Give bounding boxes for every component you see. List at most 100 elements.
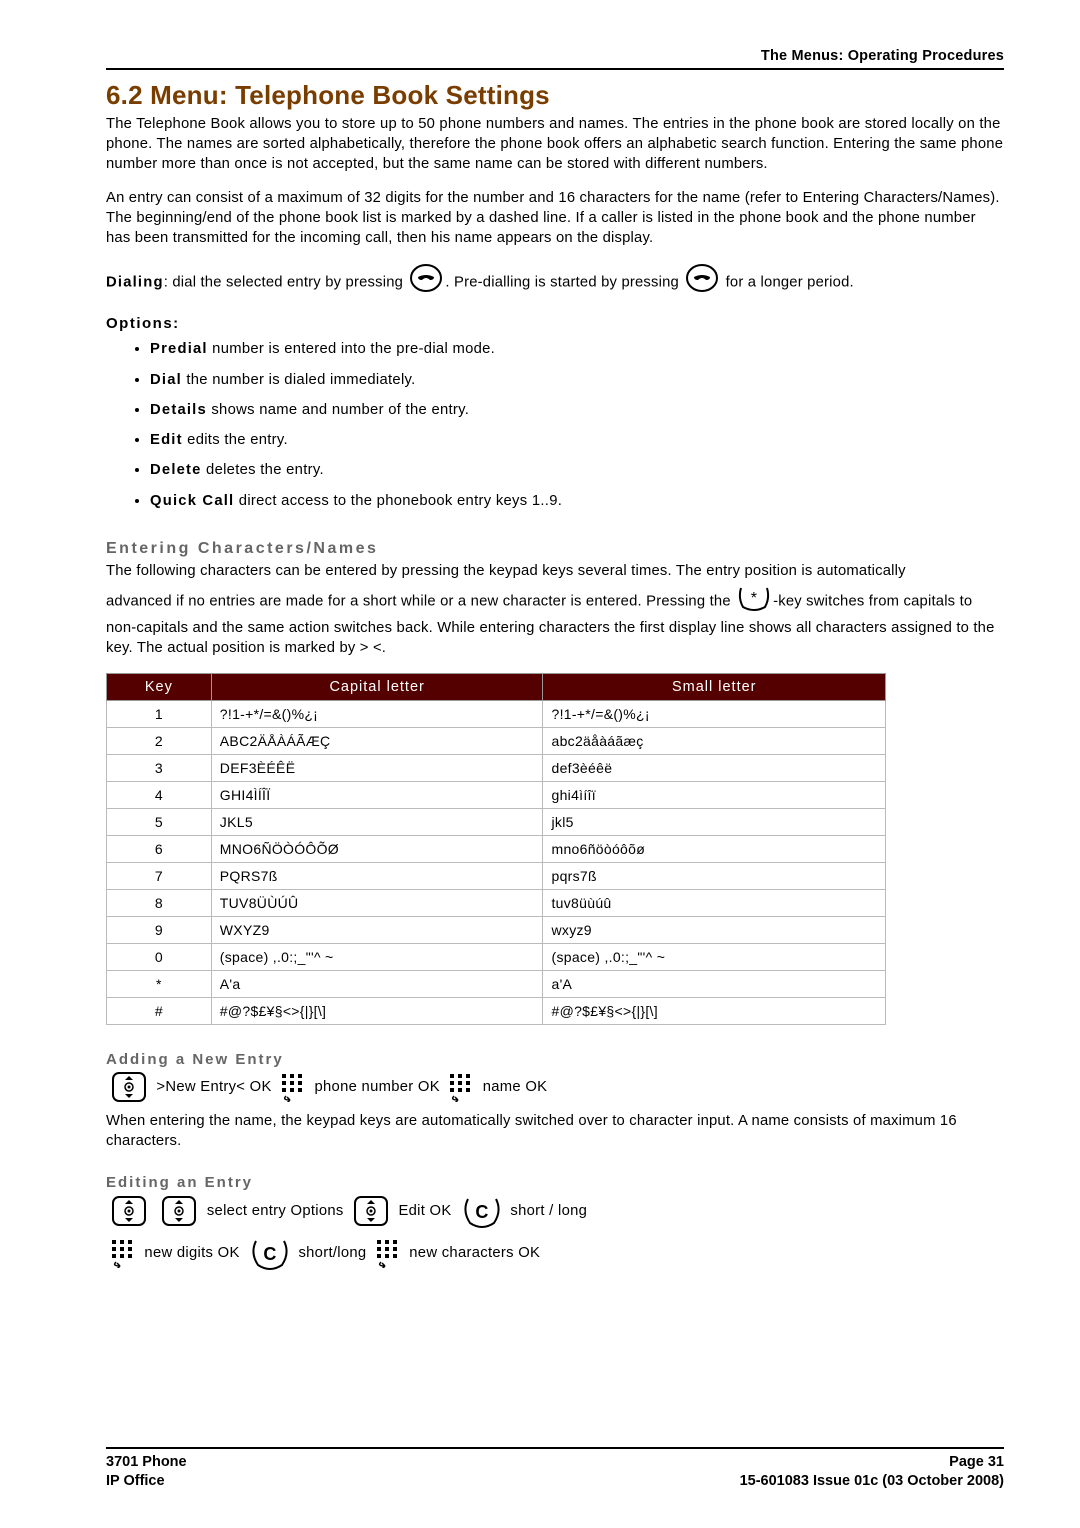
cell-key: #: [107, 997, 212, 1024]
table-row: *A'aa'A: [107, 970, 886, 997]
cell-small: def3èéêë: [543, 754, 886, 781]
dialing-text-a: : dial the selected entry by pressing: [164, 274, 408, 290]
star-key-icon: *: [737, 584, 771, 619]
edit-a: select entry Options: [207, 1203, 348, 1219]
adding-b: phone number OK: [314, 1079, 444, 1095]
cell-capital: A'a: [211, 970, 543, 997]
editing-procedure-line1: select entry Options Edit OK C short / l…: [106, 1193, 1004, 1229]
menu-key-icon: [156, 1203, 206, 1219]
cell-capital: (space) ,.0:;_"'^ ~: [211, 943, 543, 970]
options-label: Options:: [106, 315, 1004, 332]
adding-c: name OK: [483, 1079, 548, 1095]
table-row: 0(space) ,.0:;_"'^ ~(space) ,.0:;_"'^ ~: [107, 943, 886, 970]
edit-b: Edit OK: [398, 1203, 456, 1219]
table-row: 5JKL5jkl5: [107, 808, 886, 835]
option-name: Quick Call: [150, 493, 234, 509]
adding-para: When entering the name, the keypad keys …: [106, 1112, 1004, 1152]
entering-p1: The following characters can be entered …: [106, 562, 1004, 582]
menu-key-icon: [348, 1203, 398, 1219]
character-table: Key Capital letter Small letter 1?!1-+*/…: [106, 673, 886, 1025]
dialing-text-c: for a longer period.: [721, 274, 854, 290]
option-name: Dial: [150, 372, 182, 388]
list-item: Predial number is entered into the pre-d…: [150, 336, 1004, 366]
cell-small: #@?$£¥§<>{|}[\]: [543, 997, 886, 1024]
table-row: 9WXYZ9wxyz9: [107, 916, 886, 943]
editing-heading: Editing an Entry: [106, 1174, 1004, 1191]
list-item: Edit edits the entry.: [150, 427, 1004, 457]
option-desc: edits the entry.: [183, 432, 288, 448]
section-title: 6.2 Menu: Telephone Book Settings: [106, 80, 1004, 111]
edit-f: new characters OK: [409, 1245, 540, 1261]
list-item: Details shows name and number of the ent…: [150, 397, 1004, 427]
th-small: Small letter: [543, 673, 886, 700]
th-key: Key: [107, 673, 212, 700]
menu-key-icon: [106, 1079, 156, 1095]
intro-para-1: The Telephone Book allows you to store u…: [106, 115, 1004, 175]
table-row: 6MNO6ÑÖÒÓÔÕØmno6ñöòóôõø: [107, 835, 886, 862]
option-name: Predial: [150, 341, 208, 357]
menu-key-icon: [106, 1203, 156, 1219]
header-right: The Menus: Operating Procedures: [106, 48, 1004, 70]
cell-capital: DEF3ÈÉÊË: [211, 754, 543, 781]
edit-d: new digits OK: [144, 1245, 244, 1261]
option-desc: deletes the entry.: [202, 462, 324, 478]
cell-small: ghi4ìíîï: [543, 781, 886, 808]
c-key-icon: C: [244, 1245, 298, 1261]
cell-capital: PQRS7ß: [211, 862, 543, 889]
cell-key: 5: [107, 808, 212, 835]
option-name: Edit: [150, 432, 183, 448]
list-item: Dial the number is dialed immediately.: [150, 367, 1004, 397]
table-row: 8TUV8ÜÙÚÛtuv8üùúû: [107, 889, 886, 916]
footer-page: Page 31: [949, 1454, 1004, 1470]
cell-key: 9: [107, 916, 212, 943]
table-row: 7PQRS7ßpqrs7ß: [107, 862, 886, 889]
svg-text:C: C: [263, 1244, 276, 1264]
cell-small: wxyz9: [543, 916, 886, 943]
cell-key: 8: [107, 889, 212, 916]
table-row: 2ABC2ÄÅÀÁÃÆÇabc2äåàáãæç: [107, 727, 886, 754]
list-item: Quick Call direct access to the phoneboo…: [150, 488, 1004, 518]
cell-small: a'A: [543, 970, 886, 997]
edit-c: short / long: [510, 1203, 587, 1219]
list-item: Delete deletes the entry.: [150, 457, 1004, 487]
keypad-icon: [106, 1245, 144, 1261]
cell-capital: ?!1-+*/=&()%¿¡: [211, 700, 543, 727]
options-list: Predial number is entered into the pre-d…: [106, 336, 1004, 517]
cell-capital: WXYZ9: [211, 916, 543, 943]
cell-capital: TUV8ÜÙÚÛ: [211, 889, 543, 916]
cell-small: pqrs7ß: [543, 862, 886, 889]
cell-capital: MNO6ÑÖÒÓÔÕØ: [211, 835, 543, 862]
keypad-icon: [444, 1079, 482, 1095]
cell-capital: ABC2ÄÅÀÁÃÆÇ: [211, 727, 543, 754]
keypad-icon: [276, 1079, 314, 1095]
footer-brand: IP Office: [106, 1473, 165, 1489]
dialing-text-b: . Pre-dialling is started by pressing: [445, 274, 683, 290]
page-footer: 3701 Phone IP Office Page 31 15-601083 I…: [106, 1447, 1004, 1492]
th-capital: Capital letter: [211, 673, 543, 700]
cell-key: 2: [107, 727, 212, 754]
editing-procedure-line2: new digits OK C short/long new character…: [106, 1235, 1004, 1271]
adding-heading: Adding a New Entry: [106, 1051, 1004, 1068]
cell-key: 0: [107, 943, 212, 970]
cell-key: 7: [107, 862, 212, 889]
svg-text:C: C: [475, 1202, 488, 1222]
cell-small: (space) ,.0:;_"'^ ~: [543, 943, 886, 970]
cell-capital: GHI4ÌÍÎÏ: [211, 781, 543, 808]
option-desc: the number is dialed immediately.: [182, 372, 416, 388]
cell-key: 3: [107, 754, 212, 781]
option-name: Delete: [150, 462, 202, 478]
option-name: Details: [150, 402, 207, 418]
cell-key: 6: [107, 835, 212, 862]
cell-key: *: [107, 970, 212, 997]
option-desc: shows name and number of the entry.: [207, 402, 469, 418]
table-row: 3DEF3ÈÉÊËdef3èéêë: [107, 754, 886, 781]
svg-text:*: *: [751, 590, 757, 607]
edit-e: short/long: [298, 1245, 370, 1261]
cell-key: 4: [107, 781, 212, 808]
hook-icon: [409, 263, 443, 302]
dialing-label: Dialing: [106, 274, 164, 290]
table-row: ##@?$£¥§<>{|}[\]#@?$£¥§<>{|}[\]: [107, 997, 886, 1024]
intro-para-2: An entry can consist of a maximum of 32 …: [106, 189, 1004, 249]
keypad-icon: [371, 1245, 409, 1261]
option-desc: number is entered into the pre-dial mode…: [208, 341, 495, 357]
